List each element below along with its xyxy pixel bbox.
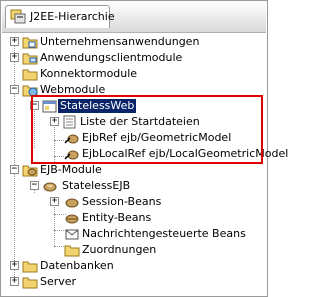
view-tab[interactable]: J2EE-Hierarchie xyxy=(5,5,115,28)
entity-bean-icon xyxy=(65,214,79,224)
hierarchy-view-icon xyxy=(10,9,26,24)
collapse-toggle[interactable]: − xyxy=(10,85,19,94)
enterprise-app-icon xyxy=(22,37,38,49)
tree-item-label: Nachrichtengesteuerte Beans xyxy=(82,227,246,240)
expand-toggle[interactable]: + xyxy=(10,277,19,286)
highlight-box xyxy=(31,95,263,164)
database-folder-icon xyxy=(22,261,38,273)
server-folder-icon xyxy=(22,277,38,289)
tree-item-label: StatelessEJB xyxy=(62,179,131,192)
expand-toggle[interactable]: + xyxy=(10,261,19,270)
ejb-project-icon xyxy=(43,182,57,192)
tree-item-session-beans[interactable]: + Session-Beans xyxy=(0,194,268,211)
ejb-module-icon xyxy=(22,165,38,177)
tree-item-label: Datenbanken xyxy=(40,259,114,272)
client-module-icon xyxy=(22,53,38,65)
expand-toggle[interactable]: + xyxy=(10,37,19,46)
expand-toggle[interactable]: + xyxy=(10,53,19,62)
tree-item-label: EJB-Module xyxy=(40,163,102,176)
tree-item-server[interactable]: + Server xyxy=(0,274,268,291)
view-title-bar: J2EE-Hierarchie xyxy=(2,2,266,33)
tree-item-statelessejb[interactable]: − StatelessEJB xyxy=(0,178,268,195)
tree-item-label: Session-Beans xyxy=(82,195,162,208)
expand-toggle[interactable]: + xyxy=(50,197,59,206)
tree-item-ejb-module[interactable]: − EJB-Module xyxy=(0,162,268,179)
tree-item-anwendungsclientmodule[interactable]: + Anwendungsclientmodule xyxy=(0,50,268,67)
collapse-toggle[interactable]: − xyxy=(30,181,39,190)
tree-item-entity-beans[interactable]: Entity-Beans xyxy=(0,210,268,227)
collapse-toggle[interactable]: − xyxy=(10,165,19,174)
tree-item-label: Entity-Beans xyxy=(82,211,152,224)
tree-item-label: Konnektormodule xyxy=(40,67,138,80)
connector-icon xyxy=(22,69,38,81)
tree-item-label: Anwendungsclientmodule xyxy=(40,51,183,64)
tree-item-zuordnungen[interactable]: Zuordnungen xyxy=(0,242,268,259)
tree-item-label: Zuordnungen xyxy=(82,243,157,256)
view-title: J2EE-Hierarchie xyxy=(30,10,115,23)
tree-item-datenbanken[interactable]: + Datenbanken xyxy=(0,258,268,275)
message-bean-icon xyxy=(65,229,79,240)
session-bean-icon xyxy=(65,198,79,208)
tree-item-konnektormodule[interactable]: Konnektormodule xyxy=(0,66,268,83)
tree-item-label: Server xyxy=(40,275,77,288)
tree-item-label: Unternehmensanwendungen xyxy=(40,35,200,48)
tree-item-unternehmensanwendungen[interactable]: + Unternehmensanwendungen xyxy=(0,34,268,51)
folder-icon xyxy=(64,245,80,257)
tree-item-nachrichtengesteuerte-beans[interactable]: Nachrichtengesteuerte Beans xyxy=(0,226,268,243)
